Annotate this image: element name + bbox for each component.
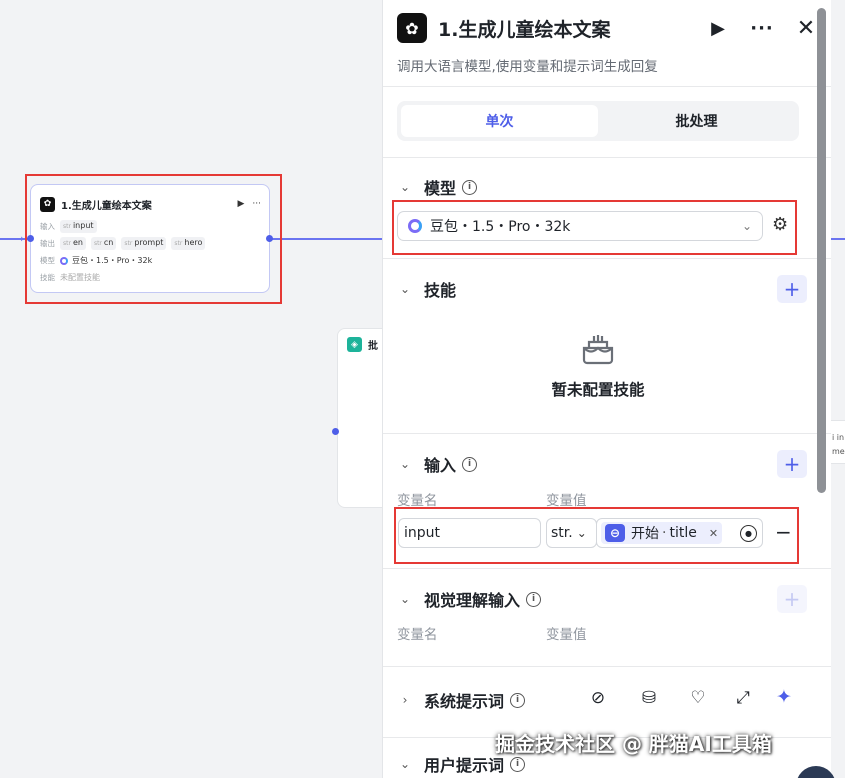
- batch-node-title: 批: [368, 341, 378, 352]
- lightbulb-icon[interactable]: ♡: [686, 688, 710, 708]
- divider: [383, 568, 831, 569]
- info-icon[interactable]: i: [462, 456, 478, 472]
- visual-section-title: 视觉理解输入: [424, 591, 521, 610]
- workflow-canvas[interactable]: › ◈ 批 ✿ 1.生成儿童绘本文案 ▶ ··· 输入 str input 输出 …: [0, 0, 382, 778]
- visual-section-header[interactable]: ⌄ 视觉理解输入 i +: [397, 585, 807, 613]
- ai-sparkle-icon[interactable]: ✦: [772, 686, 796, 708]
- model-section-title: 模型: [424, 179, 457, 198]
- chevron-down-icon[interactable]: ⌄: [397, 282, 413, 296]
- node-config-panel: ✿ 1.生成儿童绘本文案 ▶ ··· ✕ 调用大语言模型,使用变量和提示词生成回…: [382, 0, 831, 778]
- watermark: 掘金技术社区 @ 胖猫AI工具箱: [495, 732, 772, 756]
- tab-batch[interactable]: 批处理: [598, 105, 795, 137]
- chevron-right-icon[interactable]: ›: [397, 693, 413, 707]
- add-skill-button[interactable]: +: [777, 275, 807, 303]
- llm-logo-icon: ✿: [397, 13, 427, 43]
- chevron-down-icon[interactable]: ⌄: [397, 180, 413, 194]
- arrow-head-icon: ›: [20, 232, 25, 245]
- batch-node-icon: ◈: [347, 337, 362, 352]
- node2-input-port[interactable]: [332, 428, 339, 435]
- divider: [383, 157, 831, 158]
- add-visual-input-button[interactable]: +: [777, 585, 807, 613]
- info-icon[interactable]: i: [510, 692, 526, 708]
- tab-single[interactable]: 单次: [401, 105, 598, 137]
- batch-node-card[interactable]: ◈ 批: [337, 328, 382, 508]
- expand-icon[interactable]: ⤢: [731, 688, 755, 708]
- more-icon[interactable]: ···: [747, 13, 777, 43]
- system-prompt-title: 系统提示词: [424, 692, 505, 711]
- highlight-box-model: [392, 200, 797, 255]
- model-section-header[interactable]: ⌄ 模型 i: [397, 173, 807, 201]
- run-icon[interactable]: ▶: [703, 13, 733, 43]
- compass-icon[interactable]: ⊘: [586, 688, 610, 708]
- prompt-library-icon[interactable]: ⛁: [637, 688, 661, 708]
- divider: [383, 86, 831, 87]
- divider: [383, 258, 831, 259]
- info-icon[interactable]: i: [510, 756, 526, 772]
- edge-right: [831, 238, 845, 240]
- chevron-down-icon[interactable]: ⌄: [397, 757, 413, 771]
- info-icon[interactable]: i: [462, 179, 478, 195]
- panel-description[interactable]: 调用大语言模型,使用变量和提示词生成回复: [397, 55, 658, 75]
- highlight-box-node: [25, 174, 282, 304]
- canvas-right-edge: i in me: [831, 0, 845, 778]
- right-node-fragment: i in me: [831, 420, 845, 464]
- edge-node1-out: [270, 238, 382, 240]
- info-icon[interactable]: i: [526, 591, 542, 607]
- divider: [383, 666, 831, 667]
- empty-box-icon: [582, 335, 614, 365]
- highlight-box-input-row: [394, 507, 799, 564]
- chevron-down-icon[interactable]: ⌄: [397, 457, 413, 471]
- add-input-button[interactable]: +: [777, 450, 807, 478]
- col-label-name: 变量名: [397, 627, 438, 643]
- panel-scrollbar[interactable]: [817, 8, 826, 493]
- skills-empty-text: 暂未配置技能: [551, 381, 645, 399]
- divider: [383, 433, 831, 434]
- input-section-title: 输入: [424, 456, 457, 475]
- chevron-down-icon[interactable]: ⌄: [397, 592, 413, 606]
- col-label-name: 变量名: [397, 493, 438, 509]
- skills-section-title: 技能: [424, 281, 457, 300]
- mode-switch: 单次 批处理: [397, 101, 799, 141]
- user-prompt-title: 用户提示词: [424, 756, 505, 775]
- input-section-header[interactable]: ⌄ 输入 i +: [397, 450, 807, 478]
- skills-section-header[interactable]: ⌄ 技能 +: [397, 275, 807, 303]
- col-label-value: 变量值: [546, 493, 587, 509]
- panel-title[interactable]: 1.生成儿童绘本文案: [438, 15, 689, 42]
- col-label-value: 变量值: [546, 627, 587, 643]
